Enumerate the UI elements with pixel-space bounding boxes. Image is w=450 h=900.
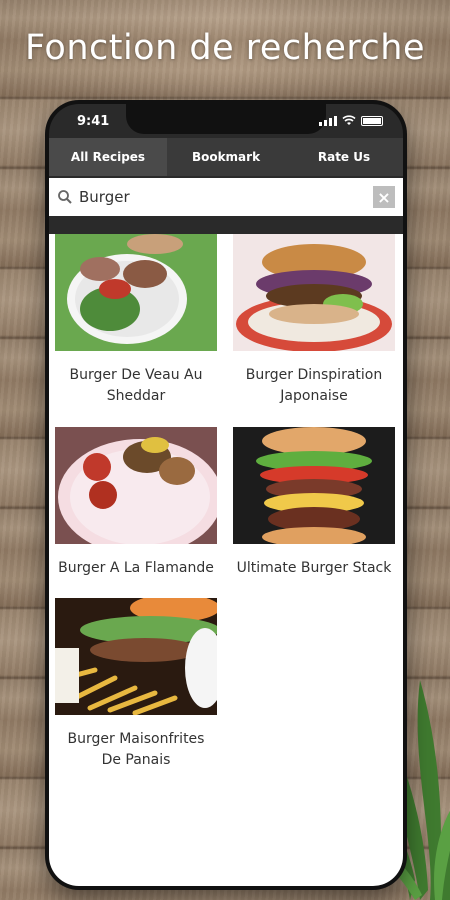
battery-icon [361,116,383,126]
wifi-icon [342,115,356,125]
recipe-card[interactable]: Ultimate Burger Stack [233,427,395,579]
tab-rate-us[interactable]: Rate Us [285,138,403,176]
phone-frame: 9:41 All Recipes Bookmark Rate Us Burger… [45,100,407,890]
recipe-image [55,598,217,715]
recipe-title: Burger Maisonfrites De Panais [67,731,205,768]
status-bar: 9:41 [49,104,403,136]
recipe-image [55,427,217,544]
page-headline: Fonction de recherche [25,28,425,68]
phone-screen: 9:41 All Recipes Bookmark Rate Us Burger… [49,104,403,886]
status-time: 9:41 [77,114,110,129]
recipe-title: Ultimate Burger Stack [236,560,392,576]
recipe-title: Burger Dinspiration Japonaise [245,367,383,404]
recipe-card[interactable]: Burger A La Flamande [55,427,217,579]
recipe-title: Burger A La Flamande [58,560,214,576]
recipe-title: Burger De Veau Au Sheddar [69,367,203,404]
recipe-image [233,427,395,544]
recipe-grid: Burger De Veau Au Sheddar Burger Dinspir… [49,234,403,886]
tab-bar: All Recipes Bookmark Rate Us [49,138,403,176]
search-bar: × [49,178,403,216]
recipe-image [233,234,395,351]
recipe-card[interactable]: Burger De Veau Au Sheddar [55,234,217,407]
search-icon [58,190,72,204]
recipe-image [55,234,217,351]
signal-icon [319,116,337,126]
recipe-card[interactable]: Burger Dinspiration Japonaise [233,234,395,407]
status-icons [319,115,383,126]
recipe-card[interactable]: Burger Maisonfrites De Panais [55,598,217,771]
tab-bookmark[interactable]: Bookmark [167,138,285,176]
close-icon: × [377,187,391,207]
clear-search-button[interactable]: × [373,186,395,208]
tab-all-recipes[interactable]: All Recipes [49,138,167,176]
search-input[interactable] [79,188,373,206]
